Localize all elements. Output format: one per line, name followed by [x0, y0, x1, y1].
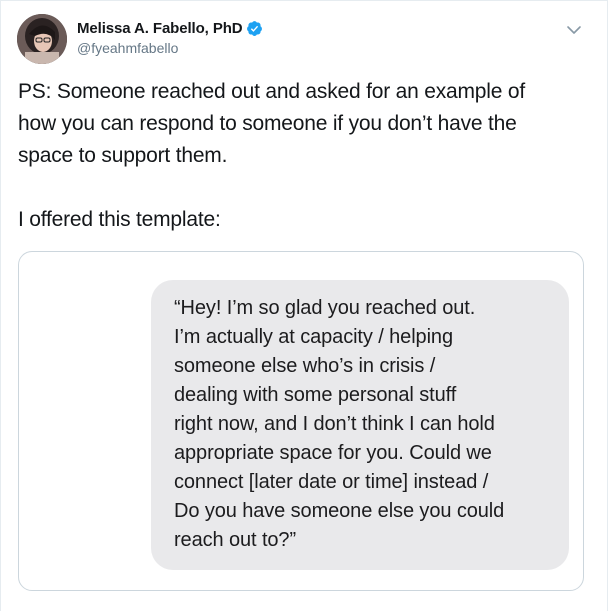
- tweet-line: space to support them.: [18, 144, 228, 167]
- chevron-down-icon[interactable]: [565, 21, 583, 39]
- message-line: appropriate space for you. Could we: [174, 442, 492, 464]
- tweet-line: PS: Someone reached out and asked for an…: [18, 80, 525, 103]
- tweet-paragraph-1: PS: Someone reached out and asked for an…: [18, 76, 598, 172]
- message-line: connect [later date or time] instead /: [174, 471, 489, 493]
- message-line: dealing with some personal stuff: [174, 384, 457, 406]
- avatar-photo: [17, 14, 67, 64]
- message-line: “Hey! I’m so glad you reached out.: [174, 297, 476, 319]
- tweet-card: Melissa A. Fabello, PhD @fyeahmfabello P…: [0, 0, 608, 611]
- message-bubble: “Hey! I’m so glad you reached out. I’m a…: [151, 280, 569, 570]
- message-line: reach out to?”: [174, 529, 297, 551]
- verified-badge-icon: [246, 20, 262, 36]
- author-handle[interactable]: @fyeahmfabello: [77, 40, 263, 56]
- author-display-name[interactable]: Melissa A. Fabello, PhD: [77, 20, 243, 37]
- message-line: I’m actually at capacity / helping: [174, 326, 453, 348]
- tweet-line: how you can respond to someone if you do…: [18, 112, 517, 135]
- message-line: someone else who’s in crisis /: [174, 355, 436, 377]
- tweet-paragraph-2: I offered this template:: [18, 208, 221, 231]
- author-name-row: Melissa A. Fabello, PhD: [77, 18, 263, 38]
- tweet-author: Melissa A. Fabello, PhD @fyeahmfabello: [77, 18, 263, 56]
- message-line: Do you have someone else you could: [174, 500, 505, 522]
- avatar[interactable]: [17, 14, 67, 64]
- message-line: right now, and I don’t think I can hold: [174, 413, 495, 435]
- tweet-media-image[interactable]: “Hey! I’m so glad you reached out. I’m a…: [18, 251, 584, 591]
- tweet-text: PS: Someone reached out and asked for an…: [18, 76, 598, 236]
